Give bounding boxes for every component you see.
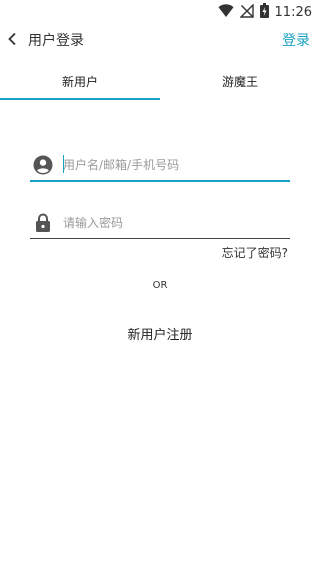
login-action-button[interactable]: 登录 — [282, 30, 310, 50]
tab-new-user[interactable]: 新用户 — [0, 62, 160, 100]
wifi-icon — [218, 3, 234, 22]
password-input[interactable] — [63, 211, 283, 235]
password-field — [30, 207, 290, 239]
no-signal-icon — [238, 2, 254, 22]
username-input[interactable] — [63, 153, 283, 177]
register-button[interactable]: 新用户注册 — [0, 324, 320, 343]
username-field — [30, 149, 290, 182]
app-bar: 用户登录 登录 — [0, 24, 320, 56]
back-button[interactable] — [4, 28, 20, 52]
tab-label: 游魔王 — [221, 74, 258, 89]
tab-youmowang[interactable]: 游魔王 — [160, 62, 320, 100]
status-icons: 11:26 — [218, 2, 312, 22]
status-bar: 11:26 — [0, 0, 320, 24]
forgot-password-link[interactable]: 忘记了密码? — [222, 244, 288, 261]
page-title: 用户登录 — [28, 33, 84, 49]
account-circle-icon — [32, 154, 54, 176]
register-label: 新用户注册 — [127, 328, 193, 343]
password-underline — [30, 238, 290, 239]
battery-icon — [259, 2, 269, 22]
tab-bar: 新用户 游魔王 — [0, 62, 320, 100]
text-cursor — [63, 155, 64, 173]
status-time: 11:26 — [274, 4, 312, 20]
or-divider-label: OR — [152, 280, 168, 291]
lock-icon — [32, 212, 54, 234]
tab-label: 新用户 — [61, 74, 98, 89]
username-underline — [30, 180, 290, 182]
chevron-left-icon — [7, 31, 17, 50]
tab-indicator — [0, 98, 160, 100]
